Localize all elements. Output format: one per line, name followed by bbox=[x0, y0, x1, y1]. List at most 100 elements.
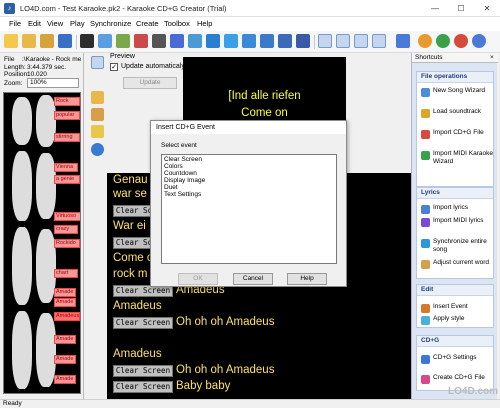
cdg-icon[interactable] bbox=[318, 34, 332, 48]
menu-edit[interactable]: Edit bbox=[28, 19, 41, 28]
play-button-icon[interactable] bbox=[224, 34, 238, 48]
lyric-text[interactable]: rock m bbox=[113, 268, 148, 280]
event-option[interactable]: Display Image bbox=[164, 177, 205, 184]
close-button[interactable]: ✕ bbox=[474, 0, 500, 17]
screen2-icon[interactable] bbox=[372, 34, 386, 48]
music-note-icon[interactable] bbox=[170, 34, 184, 48]
lyric-text[interactable]: Oh oh oh Amadeus bbox=[176, 316, 274, 328]
lyric-marker[interactable]: Amade bbox=[54, 375, 76, 384]
menu-view[interactable]: View bbox=[47, 19, 63, 28]
help-icon[interactable] bbox=[436, 34, 450, 48]
update-automatically-checkbox[interactable]: ✓ bbox=[110, 63, 118, 71]
lyric-text[interactable]: Baby baby bbox=[176, 380, 230, 392]
lyrics-icon[interactable] bbox=[58, 34, 72, 48]
spell-check-icon[interactable] bbox=[396, 34, 410, 48]
lyric-marker-selected[interactable]: Amadeus bbox=[54, 312, 80, 321]
import-cdg-link[interactable]: Import CD+G File bbox=[421, 129, 493, 147]
new-icon[interactable] bbox=[4, 34, 18, 48]
lyrics-file-icon[interactable] bbox=[91, 108, 104, 121]
file-operations-section: File operations New Song Wizard Load sou… bbox=[416, 71, 494, 187]
open-icon[interactable] bbox=[22, 34, 36, 48]
folder-icon[interactable] bbox=[91, 91, 104, 104]
insert-event-link[interactable]: Insert Event bbox=[421, 303, 493, 313]
close-icon[interactable]: × bbox=[490, 54, 494, 61]
maximize-button[interactable]: ☐ bbox=[448, 0, 474, 17]
adjust-word-link[interactable]: Adjust current word bbox=[421, 259, 493, 277]
notes-icon[interactable] bbox=[91, 125, 104, 138]
new-song-wizard-link[interactable]: New Song Wizard bbox=[421, 87, 493, 105]
save-icon[interactable] bbox=[40, 34, 54, 48]
import-lyrics-link[interactable]: Import lyrics bbox=[421, 204, 493, 214]
apply-style-link[interactable]: Apply style bbox=[421, 315, 493, 325]
screen-icon[interactable] bbox=[354, 34, 368, 48]
shortcuts-title: Shortcuts bbox=[415, 54, 443, 61]
preview-tool-icon[interactable] bbox=[91, 56, 104, 69]
lyric-marker[interactable]: Amade bbox=[54, 355, 76, 364]
menu-create[interactable]: Create bbox=[136, 19, 159, 28]
shortcuts-panel: Shortcuts × File operations New Song Wiz… bbox=[411, 53, 498, 399]
cancel-button[interactable]: Cancel bbox=[233, 273, 273, 285]
record-icon[interactable] bbox=[134, 34, 148, 48]
event-option[interactable]: Text Settings bbox=[164, 191, 201, 198]
settings-icon[interactable] bbox=[472, 34, 486, 48]
pause-icon[interactable] bbox=[242, 34, 256, 48]
cdg2-icon[interactable] bbox=[336, 34, 350, 48]
rewind-icon[interactable] bbox=[278, 34, 292, 48]
help-button[interactable]: Help bbox=[287, 273, 327, 285]
lyric-text[interactable]: War ei bbox=[113, 220, 146, 232]
info-icon[interactable] bbox=[91, 143, 104, 156]
stop-icon[interactable] bbox=[260, 34, 274, 48]
menu-play[interactable]: Play bbox=[70, 19, 85, 28]
minimize-button[interactable]: — bbox=[422, 0, 448, 17]
burn-icon[interactable] bbox=[418, 34, 432, 48]
lyric-marker[interactable]: chart bbox=[54, 269, 78, 278]
menu-file[interactable]: File bbox=[9, 19, 21, 28]
lyric-text[interactable]: Amadeus bbox=[113, 300, 162, 312]
clear-screen-event[interactable]: Clear Screen bbox=[113, 365, 173, 377]
play-icon[interactable] bbox=[98, 34, 112, 48]
lyric-text[interactable]: Genau bbox=[113, 174, 148, 186]
import-midi-wizard-link[interactable]: Import MIDI Karaoke Wizard bbox=[421, 150, 493, 184]
zoom-select[interactable]: 100% bbox=[27, 78, 79, 88]
event-listbox[interactable]: Clear Screen Colors Countdown Display Im… bbox=[161, 154, 337, 264]
cdg-settings-link[interactable]: CD+G Settings bbox=[421, 354, 493, 372]
load-soundtrack-link[interactable]: Load soundtrack bbox=[421, 108, 493, 126]
event-option[interactable]: Colors bbox=[164, 163, 183, 170]
menu-help[interactable]: Help bbox=[197, 19, 212, 28]
dialog-title-bar: Insert CD+G Event bbox=[151, 121, 346, 134]
lyric-text[interactable]: war se bbox=[113, 188, 147, 200]
waveform-track[interactable]: Rock popular stirring Vienna a genie Vir… bbox=[3, 92, 81, 394]
lyric-marker[interactable]: Rock bbox=[54, 97, 80, 106]
refresh-icon[interactable] bbox=[454, 34, 468, 48]
event-option[interactable]: Countdown bbox=[164, 170, 197, 177]
ok-button[interactable]: OK bbox=[178, 273, 218, 285]
lyric-marker[interactable]: Rockido bbox=[54, 239, 80, 248]
clear-screen-event[interactable]: Clear Screen bbox=[113, 317, 173, 329]
lyric-marker[interactable]: Virtuoso bbox=[54, 212, 80, 221]
lyric-marker[interactable]: Amade bbox=[54, 335, 76, 344]
forward-icon[interactable] bbox=[296, 34, 310, 48]
clear-screen-event[interactable]: Clear Screen bbox=[113, 381, 173, 393]
lyric-text[interactable]: Oh oh oh Amadeus bbox=[176, 364, 274, 376]
lyric-text[interactable]: Amadeus bbox=[113, 348, 162, 360]
import-icon[interactable] bbox=[80, 34, 94, 48]
mic-icon[interactable] bbox=[152, 34, 166, 48]
step-icon[interactable] bbox=[116, 34, 130, 48]
repeat-icon[interactable] bbox=[188, 34, 202, 48]
lyric-marker[interactable]: crazy bbox=[54, 225, 78, 234]
lyric-marker[interactable]: Amade bbox=[54, 298, 76, 307]
synchronize-song-link[interactable]: Synchronize entire song bbox=[421, 238, 493, 256]
lyric-marker[interactable]: stirring bbox=[54, 133, 80, 142]
lyric-marker[interactable]: Amade bbox=[54, 288, 76, 297]
lyric-marker[interactable]: a genie bbox=[54, 175, 80, 184]
import-midi-lyrics-link[interactable]: Import MIDI lyrics bbox=[421, 217, 493, 235]
menu-toolbox[interactable]: Toolbox bbox=[164, 19, 190, 28]
lyric-text[interactable]: Come o bbox=[113, 252, 153, 264]
lyric-marker[interactable]: popular bbox=[54, 111, 80, 120]
event-option[interactable]: Duet bbox=[164, 184, 178, 191]
event-option[interactable]: Clear Screen bbox=[164, 156, 202, 163]
lyric-marker[interactable]: Vienna bbox=[54, 163, 78, 172]
update-button[interactable]: Update bbox=[123, 77, 177, 89]
menu-synchronize[interactable]: Synchronize bbox=[90, 19, 131, 28]
sync-icon[interactable] bbox=[206, 34, 220, 48]
